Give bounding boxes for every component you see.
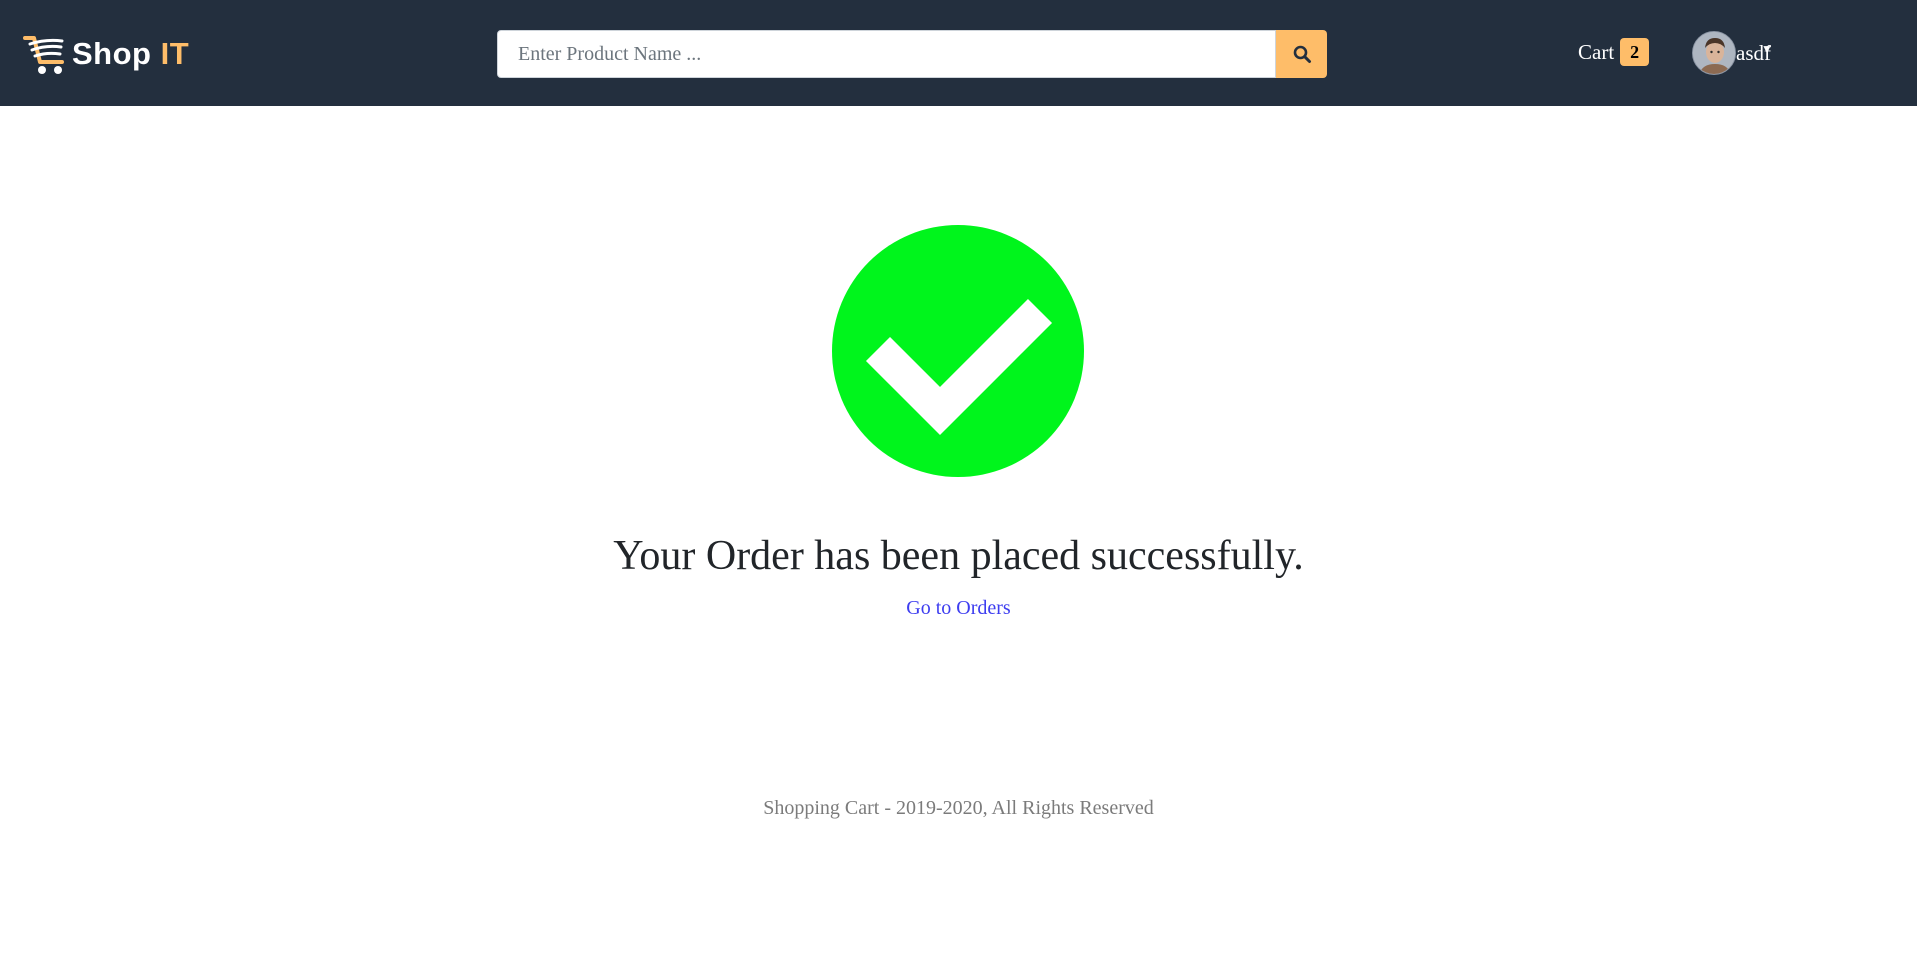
cart-label: Cart — [1578, 39, 1615, 64]
search-icon — [1293, 45, 1311, 63]
logo[interactable]: Shop IT — [22, 28, 192, 80]
caret-down-icon: ▼ — [1761, 41, 1773, 56]
logo-text: Shop IT — [72, 36, 190, 71]
search-button[interactable] — [1276, 30, 1327, 78]
user-menu[interactable]: asdf ▼ — [1692, 31, 1773, 75]
user-avatar — [1692, 31, 1736, 75]
cart-link[interactable]: Cart 2 — [1578, 38, 1650, 66]
search-input[interactable] — [497, 30, 1276, 78]
cart-count-badge: 2 — [1620, 38, 1650, 66]
go-to-orders-link[interactable]: Go to Orders — [906, 597, 1010, 619]
navbar: Shop IT Cart 2 asdf ▼ — [0, 0, 1917, 106]
footer-text: Shopping Cart - 2019-2020, All Rights Re… — [763, 797, 1154, 819]
success-message: Your Order has been placed successfully. — [613, 533, 1304, 579]
orders-link-container: Go to Orders — [0, 597, 1917, 620]
check-circle-icon — [832, 225, 1084, 477]
search-bar — [497, 30, 1327, 78]
shopping-cart-icon — [23, 36, 64, 74]
